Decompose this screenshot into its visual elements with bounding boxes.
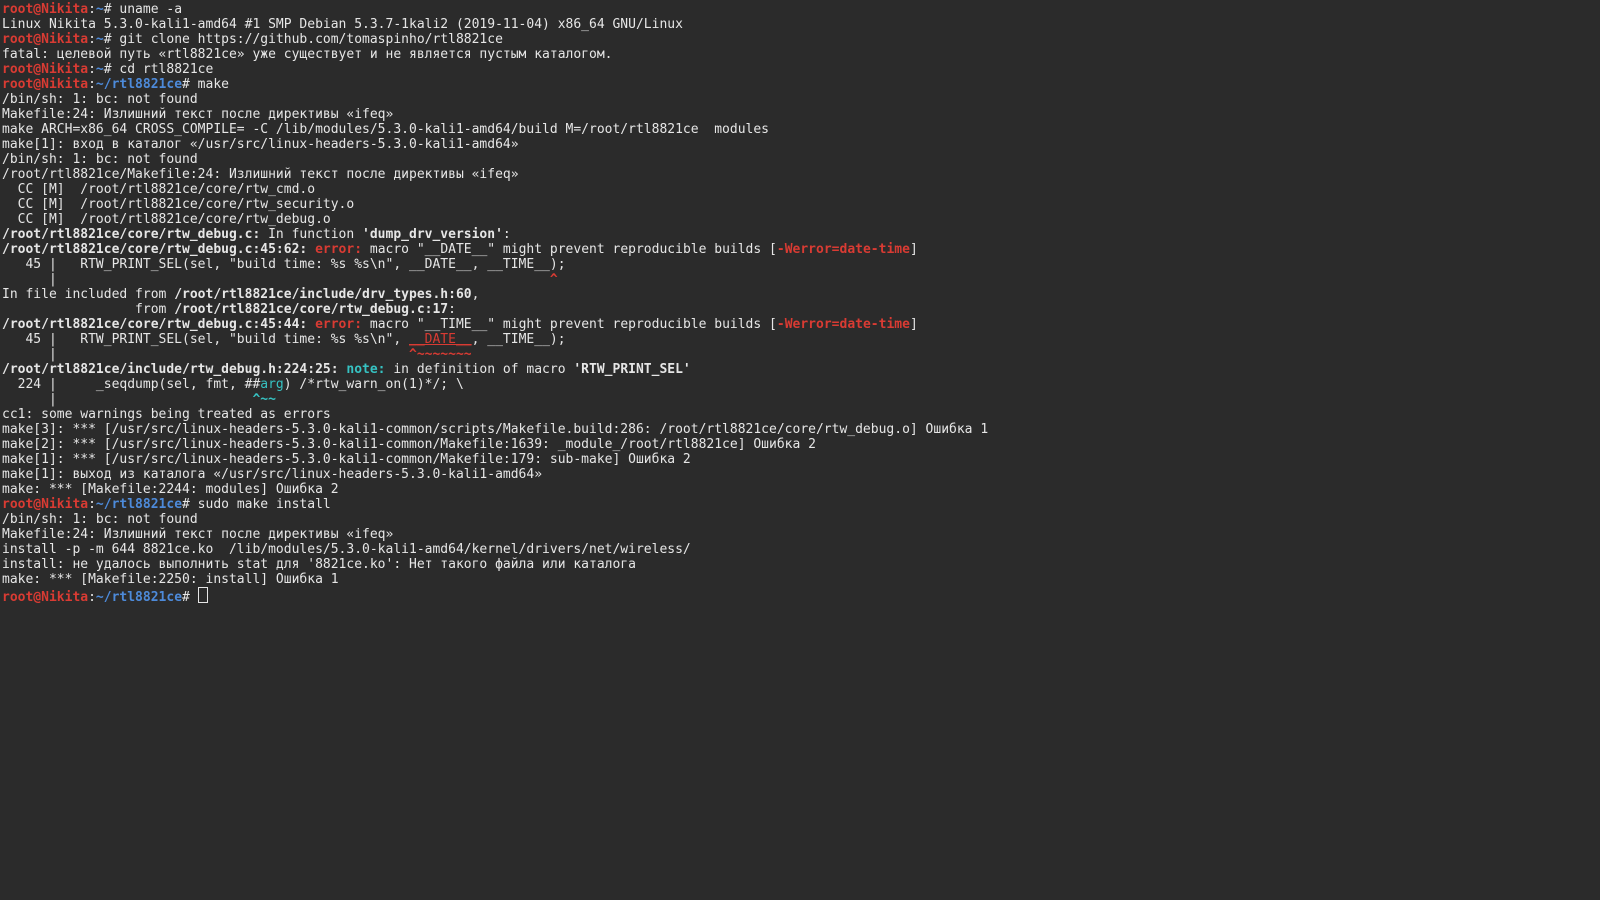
out-line: CC [M] /root/rtl8821ce/core/rtw_debug.o [2, 212, 331, 227]
out-line: CC [M] /root/rtl8821ce/core/rtw_cmd.o [2, 182, 315, 197]
out-line: install: не удалось выполнить stat для '… [2, 557, 636, 572]
out-line: make ARCH=x86_64 CROSS_COMPILE= -C /lib/… [2, 122, 769, 137]
out-line: /root/rtl8821ce/Makefile:24: Излишний те… [2, 167, 519, 182]
out-line: Makefile:24: Излишний текст после директ… [2, 527, 393, 542]
out-line: make[2]: *** [/usr/src/linux-headers-5.3… [2, 437, 816, 452]
out-line: make[1]: *** [/usr/src/linux-headers-5.3… [2, 452, 691, 467]
out-line: | ^~~ [2, 392, 276, 407]
prompt: root@Nikita:~/rtl8821ce# [2, 77, 190, 92]
out-line: In file included from /root/rtl8821ce/in… [2, 287, 479, 302]
out-line: cc1: some warnings being treated as erro… [2, 407, 331, 422]
out-uname: Linux Nikita 5.3.0-kali1-amd64 #1 SMP De… [2, 17, 683, 32]
out-line: 45 | RTW_PRINT_SEL(sel, "build time: %s … [2, 257, 566, 272]
out-line-note: /root/rtl8821ce/include/rtw_debug.h:224:… [2, 362, 691, 377]
out-line: /bin/sh: 1: bc: not found [2, 152, 198, 167]
prompt: root@Nikita:~# [2, 62, 112, 77]
cmd-git-clone: git clone https://github.com/tomaspinho/… [112, 32, 503, 47]
cmd-uname: uname -a [112, 2, 182, 17]
out-line: make[1]: вход в каталог «/usr/src/linux-… [2, 137, 519, 152]
out-line: Makefile:24: Излишний текст после директ… [2, 107, 393, 122]
out-line-error: /root/rtl8821ce/core/rtw_debug.c:45:62: … [2, 242, 918, 257]
out-line: 45 | RTW_PRINT_SEL(sel, "build time: %s … [2, 332, 566, 347]
prompt: root@Nikita:~# [2, 2, 112, 17]
prompt-user-host: root@Nikita [2, 2, 88, 17]
prompt: root@Nikita:~/rtl8821ce# [2, 497, 190, 512]
out-line: | ^ [2, 272, 558, 287]
prompt-cwd: ~ [96, 2, 104, 17]
out-git-clone: fatal: целевой путь «rtl8821ce» уже суще… [2, 47, 612, 62]
out-line: make[1]: выход из каталога «/usr/src/lin… [2, 467, 542, 482]
out-line: install -p -m 644 8821ce.ko /lib/modules… [2, 542, 691, 557]
prompt-hash: # [104, 2, 112, 17]
out-line: make: *** [Makefile:2250: install] Ошибк… [2, 572, 339, 587]
prompt: root@Nikita:~# [2, 32, 112, 47]
terminal-area[interactable]: root@Nikita:~# uname -a Linux Nikita 5.3… [0, 0, 1600, 605]
cursor[interactable] [198, 587, 208, 603]
out-line: /bin/sh: 1: bc: not found [2, 92, 198, 107]
out-line-error: /root/rtl8821ce/core/rtw_debug.c:45:44: … [2, 317, 918, 332]
out-line: /bin/sh: 1: bc: not found [2, 512, 198, 527]
out-line: 224 | _seqdump(sel, fmt, ##arg) /*rtw_wa… [2, 377, 464, 392]
cmd-install: sudo make install [190, 497, 331, 512]
out-line: from /root/rtl8821ce/core/rtw_debug.c:17… [2, 302, 456, 317]
out-line: /root/rtl8821ce/core/rtw_debug.c: In fun… [2, 227, 511, 242]
cmd-make: make [190, 77, 229, 92]
prompt: root@Nikita:~/rtl8821ce# [2, 590, 190, 605]
prompt-colon: : [88, 2, 96, 17]
out-line: CC [M] /root/rtl8821ce/core/rtw_security… [2, 197, 354, 212]
out-line: make: *** [Makefile:2244: modules] Ошибк… [2, 482, 339, 497]
cmd-cd: cd rtl8821ce [112, 62, 214, 77]
out-line: make[3]: *** [/usr/src/linux-headers-5.3… [2, 422, 988, 437]
out-line: | ^~~~~~~~ [2, 347, 472, 362]
